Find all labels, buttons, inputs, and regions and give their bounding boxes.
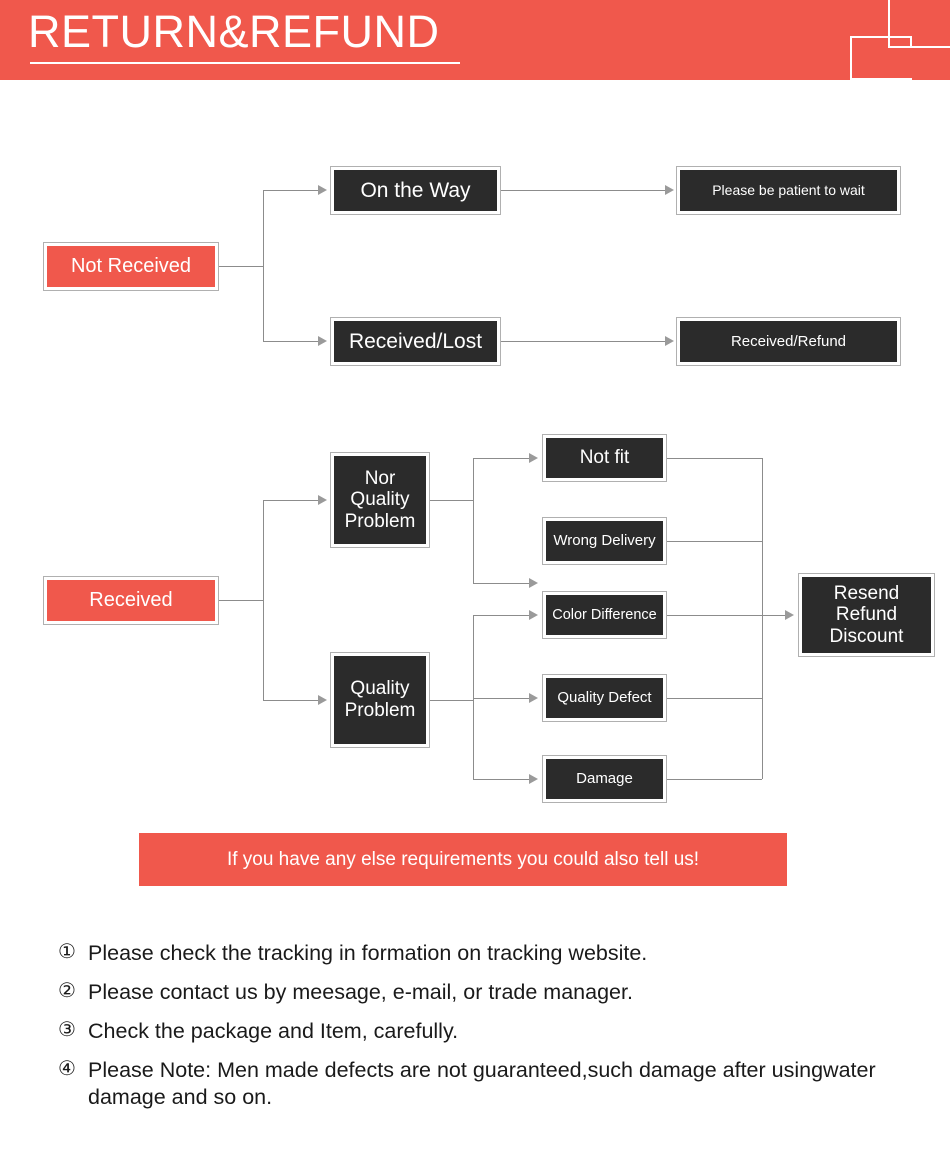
- connector-line: [263, 341, 318, 342]
- flow-node-received-refund[interactable]: Received/Refund: [676, 317, 901, 366]
- flow-node-label: Received: [47, 580, 215, 621]
- header-decoration-line: [850, 78, 912, 80]
- flow-node-color-difference[interactable]: Color Difference: [542, 591, 667, 639]
- flow-node-label-line: Nor: [364, 467, 396, 489]
- page-header: RETURN&REFUND: [0, 0, 950, 80]
- connector-arrow: [529, 610, 538, 620]
- flow-node-quality-defect[interactable]: Quality Defect: [542, 674, 667, 722]
- flow-node-label-line: Quality: [350, 489, 410, 511]
- header-decoration-line: [910, 36, 912, 48]
- connector-arrow: [785, 610, 794, 620]
- note-number: ④: [58, 1057, 76, 1080]
- flow-node-label: Damage: [546, 759, 663, 799]
- flow-node-label: Received/Refund: [680, 321, 897, 362]
- connector-line: [667, 615, 762, 616]
- connector-arrow: [318, 336, 327, 346]
- flow-node-label: Quality Problem: [334, 656, 426, 744]
- flow-node-received-lost[interactable]: Received/Lost: [330, 317, 501, 366]
- header-decoration-line: [888, 46, 950, 48]
- flow-node-label: On the Way: [334, 170, 497, 211]
- flow-node-not-received[interactable]: Not Received: [43, 242, 219, 291]
- connector-line: [667, 458, 762, 459]
- notes-list: ① Please check the tracking in formation…: [58, 940, 938, 1122]
- page-title: RETURN&REFUND: [28, 6, 440, 57]
- connector-arrow: [318, 495, 327, 505]
- flow-node-label: Wrong Delivery: [546, 521, 663, 561]
- header-decoration-line: [888, 0, 890, 48]
- flow-node-label: Color Difference: [546, 595, 663, 635]
- cta-text: If you have any else requirements you co…: [226, 848, 700, 870]
- connector-arrow: [665, 336, 674, 346]
- flow-node-label: Received/Lost: [334, 321, 497, 362]
- flow-node-label-line: Discount: [829, 625, 904, 647]
- header-decoration-line: [850, 36, 852, 80]
- flow-node-please-be-patient[interactable]: Please be patient to wait: [676, 166, 901, 215]
- connector-arrow: [665, 185, 674, 195]
- flow-node-damage[interactable]: Damage: [542, 755, 667, 803]
- flow-node-label-line: Problem: [344, 510, 416, 532]
- connector-line: [430, 700, 474, 701]
- connector-arrow: [529, 578, 538, 588]
- connector-line: [263, 700, 318, 701]
- connector-line: [667, 541, 762, 542]
- connector-line: [473, 698, 530, 699]
- connector-line: [473, 615, 530, 616]
- note-text: Check the package and Item, carefully.: [88, 1018, 459, 1043]
- connector-line: [263, 190, 318, 191]
- note-number: ①: [58, 941, 76, 963]
- connector-arrow: [529, 693, 538, 703]
- flow-node-wrong-delivery[interactable]: Wrong Delivery: [542, 517, 667, 565]
- flow-node-label: Nor Quality Problem: [334, 456, 426, 544]
- flow-node-label: Quality Defect: [546, 678, 663, 718]
- flow-node-label-line: Problem: [344, 700, 416, 721]
- header-decoration-line: [850, 36, 912, 38]
- connector-arrow: [318, 185, 327, 195]
- connector-line: [473, 458, 474, 584]
- note-text: Please check the tracking in formation o…: [88, 941, 648, 965]
- note-number: ②: [58, 979, 76, 1002]
- list-item: ④ Please Note: Men made defects are not …: [58, 1057, 938, 1111]
- flow-node-not-fit[interactable]: Not fit: [542, 434, 667, 482]
- flow-node-resend-refund-discount[interactable]: Resend Refund Discount: [798, 573, 935, 657]
- flow-node-received[interactable]: Received: [43, 576, 219, 625]
- flow-node-label: Not Received: [47, 246, 215, 287]
- list-item: ① Please check the tracking in formation…: [58, 940, 938, 967]
- connector-line: [263, 500, 318, 501]
- flow-node-label-line: Resend: [833, 582, 900, 604]
- connector-line: [762, 458, 763, 779]
- flow-node-label-line: Refund: [835, 604, 898, 626]
- cta-banner: If you have any else requirements you co…: [139, 833, 787, 886]
- flow-node-nor-quality-problem[interactable]: Nor Quality Problem: [330, 452, 430, 548]
- note-number: ③: [58, 1018, 76, 1041]
- flow-node-label-line: Quality: [350, 678, 410, 700]
- connector-line: [219, 266, 264, 267]
- connector-line: [667, 779, 762, 780]
- connector-line: [430, 500, 474, 501]
- connector-line: [473, 583, 530, 584]
- connector-line: [501, 341, 668, 342]
- connector-arrow: [529, 453, 538, 463]
- note-text: Please Note: Men made defects are not gu…: [88, 1057, 876, 1109]
- title-underline: [30, 62, 460, 64]
- flow-node-label: Please be patient to wait: [680, 170, 897, 211]
- list-item: ③ Check the package and Item, carefully.: [58, 1018, 938, 1045]
- connector-arrow: [318, 695, 327, 705]
- connector-line: [263, 190, 264, 342]
- connector-line: [473, 458, 530, 459]
- note-text: Please contact us by meesage, e-mail, or…: [88, 979, 633, 1004]
- flow-node-label: Resend Refund Discount: [802, 577, 931, 653]
- flow-node-on-the-way[interactable]: On the Way: [330, 166, 501, 215]
- connector-line: [667, 698, 762, 699]
- connector-line: [263, 500, 264, 700]
- connector-line: [762, 615, 786, 616]
- connector-line: [473, 779, 530, 780]
- connector-line: [219, 600, 264, 601]
- flow-node-quality-problem[interactable]: Quality Problem: [330, 652, 430, 748]
- connector-line: [501, 190, 668, 191]
- connector-arrow: [529, 774, 538, 784]
- flow-node-label: Not fit: [546, 438, 663, 478]
- list-item: ② Please contact us by meesage, e-mail, …: [58, 979, 938, 1006]
